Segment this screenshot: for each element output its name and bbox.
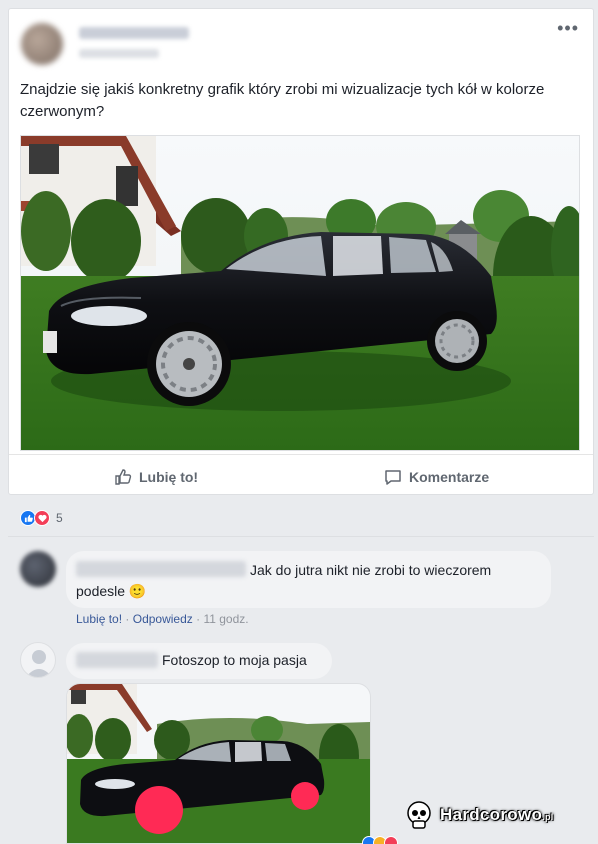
post-timestamp[interactable] (79, 49, 159, 58)
author-name[interactable] (79, 27, 189, 39)
commenter-avatar-default[interactable] (20, 642, 56, 678)
skull-icon (407, 801, 431, 829)
thumbs-up-icon (115, 469, 132, 485)
reactions-summary[interactable]: 5 (20, 510, 63, 526)
comment-reply-link[interactable]: Odpowiedz (133, 612, 193, 626)
comment-label: Komentarze (409, 469, 490, 485)
default-user-icon (26, 650, 52, 677)
comment-button[interactable]: Komentarze (383, 467, 489, 487)
author-avatar[interactable] (21, 23, 63, 65)
reaction-count: 5 (56, 511, 63, 525)
edited-car-image (67, 684, 370, 843)
post-photo[interactable] (20, 135, 580, 451)
comment-text: Fotoszop to moja pasja (162, 652, 307, 668)
comment-icon (385, 470, 401, 485)
like-label: Lubię to! (139, 469, 199, 485)
more-options-icon[interactable]: ••• (557, 19, 579, 37)
watermark: Hardcorowo.pl (404, 800, 554, 830)
comment-time[interactable]: 11 godz. (203, 612, 248, 626)
commenter-avatar[interactable] (20, 551, 56, 587)
post-text: Znajdzie się jakiś konkretny grafik któr… (20, 81, 545, 120)
like-button[interactable]: Lubię to! (113, 467, 198, 487)
comment-reactions[interactable] (362, 836, 398, 844)
comment-text: Jak do jutra nikt nie zrobi to wieczorem… (76, 562, 492, 599)
divider (8, 536, 594, 537)
comment-like-link[interactable]: Lubię to! (76, 612, 122, 626)
commenter-name[interactable] (76, 652, 158, 668)
post-actions-bar: Lubię to! Komentarze (9, 454, 593, 494)
comment-image[interactable] (66, 683, 371, 844)
watermark-text: Hardcorowo.pl (440, 805, 554, 824)
car-photo-image (21, 136, 579, 450)
post-card: ••• Znajdzie się jakiś konkretny grafik … (8, 8, 594, 495)
love-reaction-icon (384, 836, 398, 844)
love-reaction-icon (34, 510, 50, 526)
comment-meta: Lubię to! · Odpowiedz · 11 godz. (76, 612, 249, 626)
